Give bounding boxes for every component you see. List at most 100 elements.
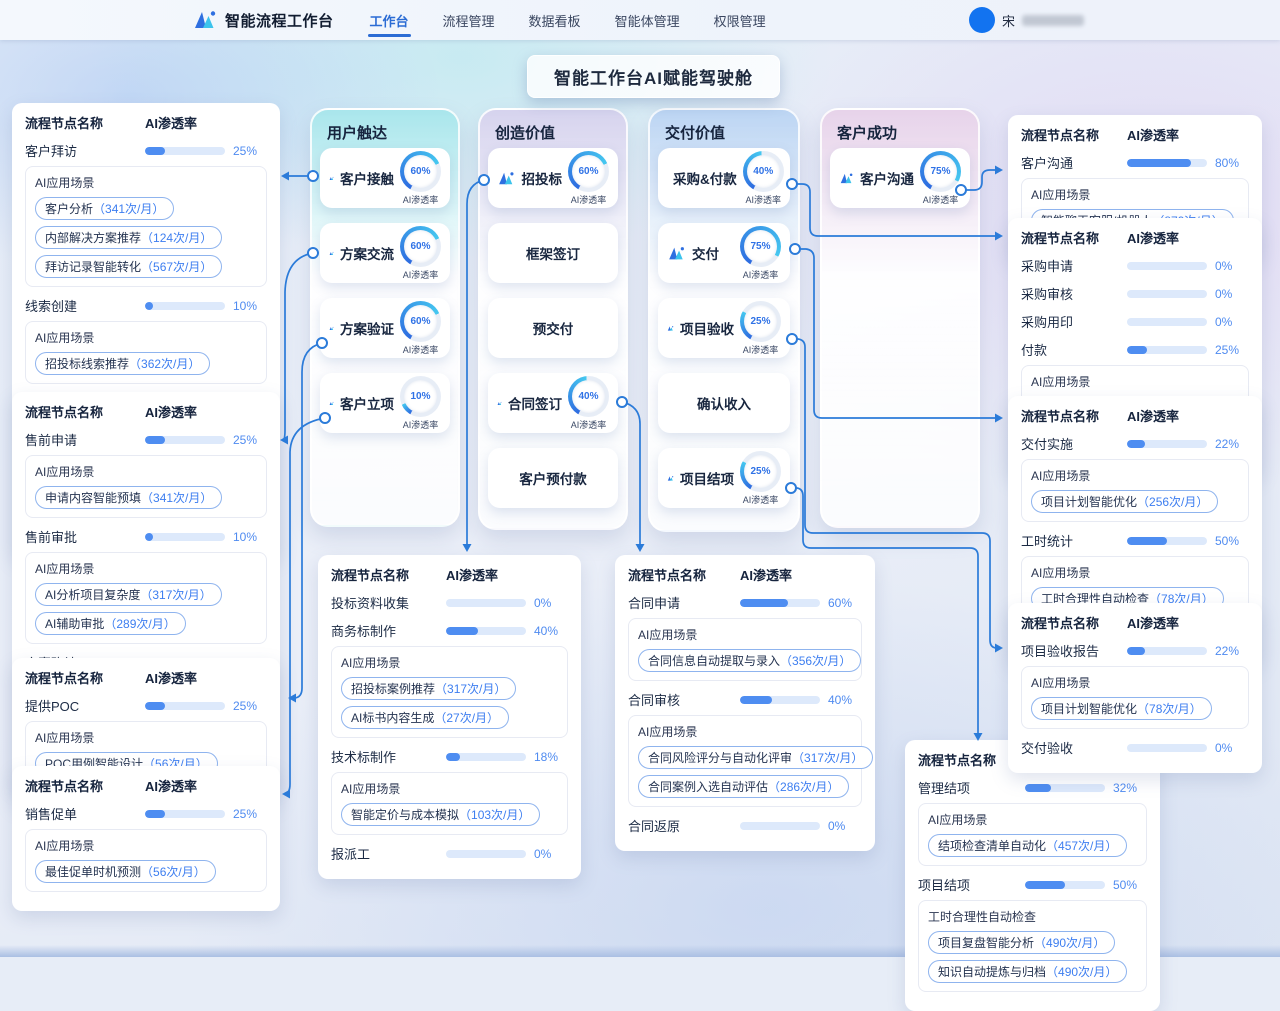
flow-node-方案验证[interactable]: 方案验证60%AI渗透率 xyxy=(320,298,450,358)
ai-scenario-tag[interactable]: 合同信息自动提取与录入（356次/月） xyxy=(638,649,861,672)
flow-node-项目验收[interactable]: 项目验收25%AI渗透率 xyxy=(658,298,790,358)
flow-node-确认收入[interactable]: 确认收入 xyxy=(658,373,790,433)
avatar[interactable] xyxy=(969,7,995,33)
tab-流程管理[interactable]: 流程管理 xyxy=(441,0,497,41)
flow-node-name: 框架签订 xyxy=(526,243,580,263)
ai-scenario-tag[interactable]: 拜访记录智能转化（567次/月） xyxy=(35,255,222,278)
flow-node-交付[interactable]: 交付75%AI渗透率 xyxy=(658,223,790,283)
scenario-label: AI应用场景 xyxy=(638,723,852,740)
tab-工作台[interactable]: 工作台 xyxy=(368,0,411,41)
process-row: 交付验收0% xyxy=(1021,738,1249,757)
flow-node-方案交流[interactable]: 方案交流60%AI渗透率 xyxy=(320,223,450,283)
ai-node-icon xyxy=(497,169,516,188)
ai-scenario-tag[interactable]: 项目计划智能优化（256次/月） xyxy=(1031,490,1218,513)
flow-node-客户立项[interactable]: 客户立项10%AI渗透率 xyxy=(320,373,450,433)
flow-node-项目结项[interactable]: 项目结项25%AI渗透率 xyxy=(658,448,790,508)
node-name: 提供POC xyxy=(25,696,145,715)
top-nav: 智能流程工作台 工作台流程管理数据看板智能体管理权限管理 宋 xyxy=(0,0,1280,40)
rate-group: 50% xyxy=(1025,878,1147,892)
scenario-tags: 项目复盘智能分析（490次/月） 知识自动提炼与归档（490次/月） xyxy=(928,931,1137,983)
penetration-percent: 0% xyxy=(534,596,566,610)
scenario-label: AI应用场景 xyxy=(928,811,1137,828)
flow-node-name: 确认收入 xyxy=(697,393,751,413)
penetration-percent: 50% xyxy=(1215,534,1247,548)
ai-scenario-tag[interactable]: 招投标案例推荐（317次/月） xyxy=(341,677,516,700)
scenario-tags: 智能定价与成本模拟（103次/月） xyxy=(341,803,558,826)
ai-scenario-tag[interactable]: 结项检查清单自动化（457次/月） xyxy=(928,834,1127,857)
flow-node-预交付[interactable]: 预交付 xyxy=(488,298,618,358)
scenario-count: （317次/月） xyxy=(140,588,211,602)
node-name: 付款 xyxy=(1021,340,1127,359)
tab-权限管理[interactable]: 权限管理 xyxy=(712,0,768,41)
node-col-header: 流程节点名称 xyxy=(25,668,145,687)
penetration-bar-fill xyxy=(145,302,153,310)
ai-scenario-tag[interactable]: 招投标线索推荐（362次/月） xyxy=(35,352,210,375)
rate-group: 25% xyxy=(145,699,267,713)
card-header: 流程节点名称AI渗透率 xyxy=(331,565,568,584)
penetration-bar xyxy=(740,822,820,830)
flow-node-客户沟通[interactable]: 客户沟通75%AI渗透率 xyxy=(830,148,970,208)
scenario-count: （78次/月） xyxy=(1137,702,1202,716)
ai-scenario-tag[interactable]: 最佳促单时机预测（56次/月） xyxy=(35,860,216,883)
tab-数据看板[interactable]: 数据看板 xyxy=(527,0,583,41)
rate-group: 25% xyxy=(145,144,267,158)
scenario-count: （317次/月） xyxy=(435,682,506,696)
penetration-bar-fill xyxy=(1025,784,1051,792)
card-header: 流程节点名称AI渗透率 xyxy=(25,776,267,795)
penetration-bar-fill xyxy=(446,753,460,761)
flow-node-客户预付款[interactable]: 客户预付款 xyxy=(488,448,618,508)
donut-percent: 25% xyxy=(750,316,770,327)
process-row: 技术标制作18% xyxy=(331,747,568,766)
flow-node-采购&付款[interactable]: 采购&付款40%AI渗透率 xyxy=(658,148,790,208)
ai-scenario-tag[interactable]: 项目复盘智能分析（490次/月） xyxy=(928,931,1115,954)
ai-scenario-tag[interactable]: 申请内容智能预填（341次/月） xyxy=(35,486,222,509)
penetration-donut: 60% xyxy=(568,151,609,192)
flow-node-name: 采购&付款 xyxy=(673,168,737,188)
process-row: 投标资料收集0% xyxy=(331,593,568,612)
scenario-count: （457次/月） xyxy=(1046,839,1117,853)
rate-group: 80% xyxy=(1127,156,1249,170)
ai-scenario-tag[interactable]: AI分析项目复杂度（317次/月） xyxy=(35,583,222,606)
ai-scenario-tag[interactable]: AI标书内容生成（27次/月） xyxy=(341,706,509,729)
scenario-count: （56次/月） xyxy=(141,865,206,879)
scenario-label: AI应用场景 xyxy=(341,654,558,671)
scenario-box: AI应用场景项目计划智能优化（256次/月） xyxy=(1021,459,1249,522)
scenario-label: AI应用场景 xyxy=(1031,186,1239,203)
penetration-percent: 0% xyxy=(1215,259,1247,273)
flow-column-创造价值: 创造价值招投标60%AI渗透率框架签订预交付合同签订40%AI渗透率客户预付款 xyxy=(478,108,628,530)
donut-percent: 60% xyxy=(410,166,430,177)
flow-node-框架签订[interactable]: 框架签订 xyxy=(488,223,618,283)
ai-scenario-tag[interactable]: 合同风险评分与自动化评审（317次/月） xyxy=(638,746,873,769)
rate-group: 10% xyxy=(145,530,267,544)
ai-scenario-tag[interactable]: 知识自动提炼与归档（490次/月） xyxy=(928,960,1127,983)
node-name: 商务标制作 xyxy=(331,621,446,640)
card-header: 流程节点名称AI渗透率 xyxy=(1021,228,1249,247)
penetration-percent: 0% xyxy=(828,819,860,833)
process-row: 商务标制作40% xyxy=(331,621,568,640)
rate-group: 0% xyxy=(1127,259,1249,273)
user-area[interactable]: 宋 xyxy=(969,0,1084,40)
ai-scenario-tag[interactable]: 内部解决方案推荐（124次/月） xyxy=(35,226,222,249)
penetration-bar-fill xyxy=(740,599,788,607)
card-header: 流程节点名称AI渗透率 xyxy=(1021,125,1249,144)
ai-scenario-tag[interactable]: 客户分析（341次/月） xyxy=(35,197,174,220)
rate-group: 22% xyxy=(1127,437,1249,451)
ai-scenario-tag[interactable]: 智能定价与成本模拟（103次/月） xyxy=(341,803,540,826)
penetration-bar xyxy=(740,696,820,704)
penetration-bar xyxy=(1025,784,1105,792)
rate-col-header: AI渗透率 xyxy=(1127,228,1249,247)
penetration-bar-fill xyxy=(1127,647,1145,655)
flow-node-合同签订[interactable]: 合同签订40%AI渗透率 xyxy=(488,373,618,433)
tab-智能体管理[interactable]: 智能体管理 xyxy=(613,0,682,41)
penetration-donut: 10% xyxy=(400,376,441,417)
node-col-header: 流程节点名称 xyxy=(1021,613,1127,632)
ai-scenario-tag[interactable]: 合同案例入选自动评估（286次/月） xyxy=(638,775,849,798)
flow-node-客户接触[interactable]: 客户接触60%AI渗透率 xyxy=(320,148,450,208)
donut-label: AI渗透率 xyxy=(403,418,439,431)
rate-group: 40% xyxy=(446,624,568,638)
flow-node-招投标[interactable]: 招投标60%AI渗透率 xyxy=(488,148,618,208)
ai-scenario-tag[interactable]: 项目计划智能优化（78次/月） xyxy=(1031,697,1212,720)
ai-scenario-tag[interactable]: AI辅助审批（289次/月） xyxy=(35,612,186,635)
scenario-count: （341次/月） xyxy=(93,202,164,216)
user-name: 宋 xyxy=(1002,11,1015,30)
